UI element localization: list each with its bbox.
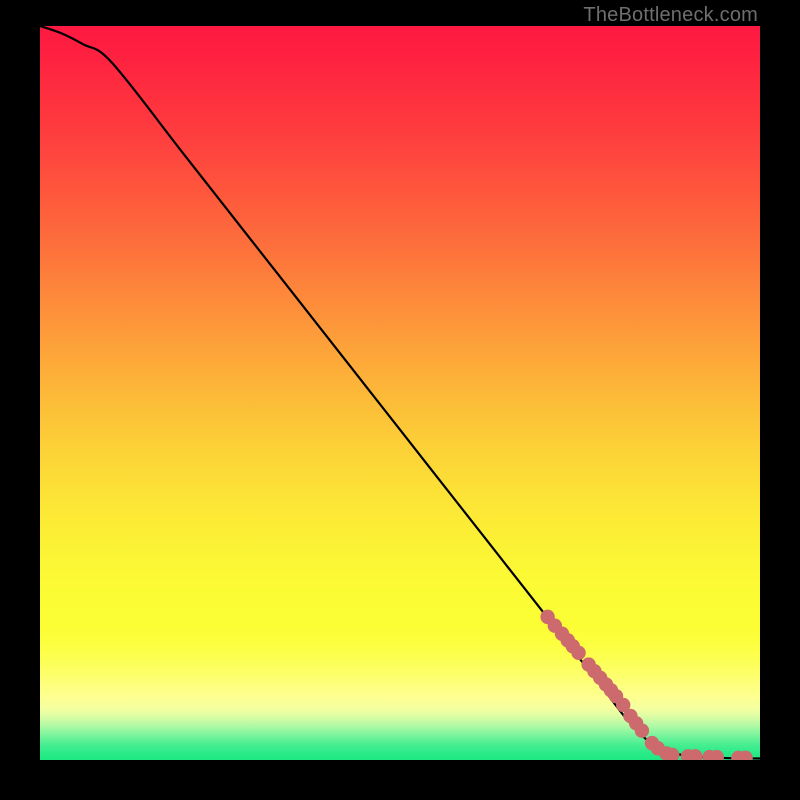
bottleneck-curve: [40, 26, 760, 759]
chart-svg: [40, 26, 760, 760]
curve-markers: [540, 610, 752, 760]
curve-marker: [571, 646, 585, 660]
plot-area: [40, 26, 760, 760]
curve-marker: [635, 723, 649, 737]
chart-stage: TheBottleneck.com: [0, 0, 800, 800]
watermark-text: TheBottleneck.com: [583, 4, 758, 27]
